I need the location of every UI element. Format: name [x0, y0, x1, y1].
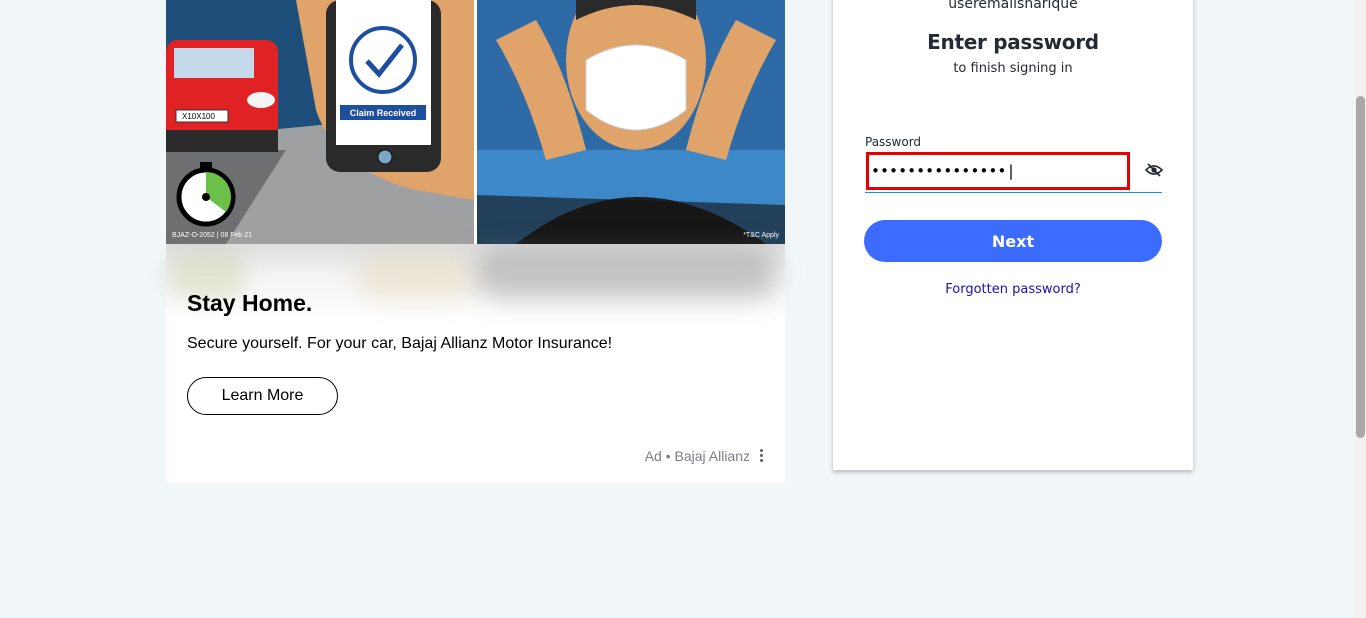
- ad-disclaimer-right: *T&C Apply: [743, 232, 779, 239]
- ad-disclaimer-left: BJAZ-O-2052 | 08 Feb 21: [172, 232, 252, 239]
- ad-footer: Ad • Bajaj Allianz: [645, 447, 767, 464]
- kebab-menu-icon[interactable]: [756, 447, 767, 464]
- page-subtitle: to finish signing in: [953, 61, 1073, 76]
- face-mask-illustration: [585, 44, 687, 131]
- eye-slash-icon[interactable]: [1142, 160, 1166, 180]
- ad-title: Stay Home.: [187, 290, 313, 316]
- ad-sponsor-label: Ad • Bajaj Allianz: [644, 447, 750, 464]
- car-illustration: X10X100: [166, 40, 278, 152]
- ad-card: X10X100 Claim Received BJAZ-O-2052 | 08 …: [166, 0, 785, 483]
- learn-more-button[interactable]: Learn More: [187, 377, 338, 415]
- page-title: Enter password: [927, 30, 1099, 54]
- scrollbar[interactable]: [1355, 0, 1366, 618]
- password-underline: [865, 192, 1162, 193]
- claim-received-text: Claim Received: [350, 108, 417, 118]
- username-label: useremailsharique: [948, 0, 1078, 12]
- number-plate-text: X10X100: [182, 112, 215, 121]
- ad-image[interactable]: X10X100 Claim Received BJAZ-O-2052 | 08 …: [166, 0, 785, 244]
- next-button[interactable]: Next: [864, 220, 1162, 262]
- ad-description: Secure yourself. For your car, Bajaj All…: [187, 335, 613, 352]
- password-field[interactable]: [866, 152, 1130, 190]
- password-label: Password: [865, 135, 922, 149]
- scrollbar-thumb[interactable]: [1356, 96, 1365, 438]
- ad-illustration: X10X100 Claim Received BJAZ-O-2052 | 08 …: [166, 0, 785, 244]
- forgot-password-link[interactable]: Forgotten password?: [833, 282, 1193, 297]
- login-card: useremailsharique Enter password to fini…: [833, 0, 1193, 470]
